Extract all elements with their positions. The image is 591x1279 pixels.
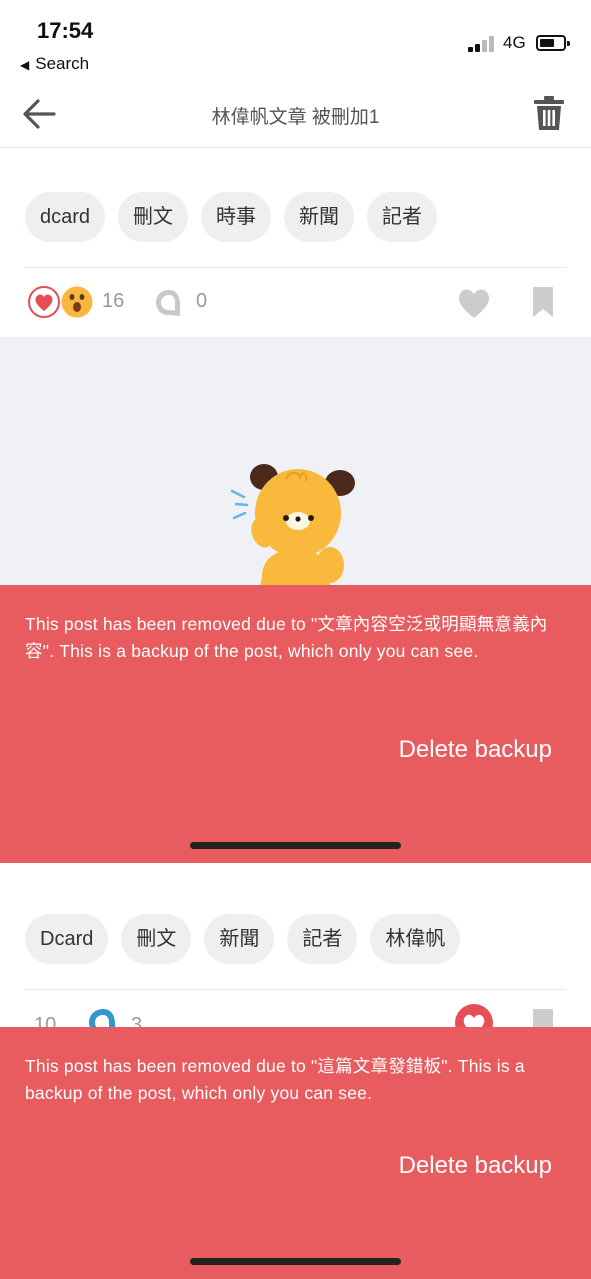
dog-mascot-illustration: [230, 464, 355, 597]
post2-tag[interactable]: Dcard: [25, 914, 109, 964]
comment-icon[interactable]: [153, 287, 185, 324]
post1-removed-banner: This post has been removed due to "文章內容空…: [0, 585, 591, 863]
post2-tag[interactable]: 記者: [287, 914, 358, 964]
heart-like-icon[interactable]: [456, 286, 492, 325]
cellular-signal-icon: [468, 36, 498, 52]
trash-icon[interactable]: [532, 94, 566, 132]
post2-removed-message: This post has been removed due to "這篇文章發…: [25, 1056, 525, 1103]
post1-tag-list: dcard 刪文 時事 新聞 記者: [25, 192, 438, 242]
post2-tag[interactable]: 林偉帆: [370, 914, 461, 964]
post1-removed-message: This post has been removed due to "文章內容空…: [25, 614, 548, 661]
surprised-reaction-icon: [61, 286, 93, 318]
heart-reaction-icon: [28, 286, 60, 318]
post1-tag[interactable]: 時事: [201, 192, 272, 242]
battery-icon: [536, 35, 570, 51]
navigation-bar: 林偉帆文章 被刪加1: [0, 84, 591, 148]
post2-delete-backup-button[interactable]: Delete backup: [399, 1152, 552, 1180]
post1-comment-count: 0: [196, 290, 208, 312]
post1-tag[interactable]: 刪文: [118, 192, 189, 242]
post1-stats-row: 16 0: [28, 284, 563, 324]
post2-removed-banner: This post has been removed due to "這篇文章發…: [0, 1027, 591, 1279]
home-indicator: [190, 842, 401, 849]
post1-divider: [25, 267, 566, 268]
back-to-search-link[interactable]: ◀ Search: [20, 54, 89, 74]
bookmark-icon[interactable]: [532, 286, 554, 323]
post1-reaction-count: 16: [102, 290, 125, 312]
home-indicator: [190, 1258, 401, 1265]
post-image-area: [0, 337, 591, 597]
back-triangle-icon: ◀: [20, 58, 30, 72]
page-title: 林偉帆文章 被刪加1: [211, 107, 380, 128]
status-time: 17:54: [37, 18, 94, 43]
status-bar: 17:54 ◀ Search 4G: [0, 0, 591, 84]
post2-tag[interactable]: 刪文: [121, 914, 192, 964]
post1-tag[interactable]: dcard: [25, 192, 106, 242]
post2-tag-list: Dcard 刪文 新聞 記者 林偉帆: [25, 914, 461, 964]
post2-divider: [25, 989, 566, 990]
back-to-search-label: Search: [35, 54, 90, 73]
post1-delete-backup-button[interactable]: Delete backup: [399, 736, 552, 764]
post2-tag[interactable]: 新聞: [204, 914, 275, 964]
network-type: 4G: [503, 33, 526, 52]
post1-tag[interactable]: 記者: [367, 192, 438, 242]
post1-tag[interactable]: 新聞: [284, 192, 355, 242]
